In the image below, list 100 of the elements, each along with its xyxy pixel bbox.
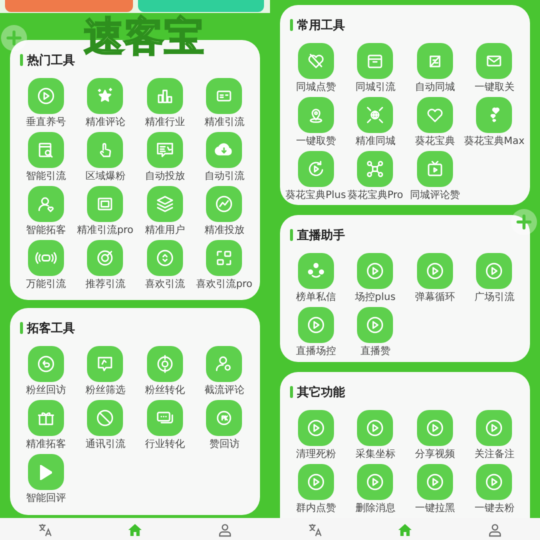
app-tile[interactable]: [206, 400, 242, 436]
home-icon[interactable]: [127, 522, 143, 538]
app-tile[interactable]: [357, 43, 394, 79]
app-tile[interactable]: [87, 132, 124, 168]
plus-button[interactable]: [510, 208, 538, 236]
app-tile[interactable]: [476, 464, 512, 500]
tool-label[interactable]: 分享视频: [414, 449, 455, 461]
app-tile[interactable]: [416, 43, 453, 79]
app-tile[interactable]: [357, 307, 394, 343]
tool-label[interactable]: 广场引流: [474, 292, 514, 304]
tool-label[interactable]: 直播场控: [296, 346, 336, 358]
app-tile[interactable]: [206, 240, 242, 276]
app-tile[interactable]: [87, 240, 124, 276]
app-tile[interactable]: [28, 186, 64, 222]
tool-label[interactable]: 精准同城: [355, 136, 396, 148]
app-tile[interactable]: [206, 186, 242, 222]
tool-label[interactable]: 一键拉黑: [414, 503, 455, 515]
tool-label[interactable]: 精准行业: [144, 117, 185, 129]
tool-label[interactable]: 葵花宝典: [414, 136, 455, 148]
tool-label[interactable]: 榜单私信: [296, 292, 336, 304]
app-tile[interactable]: [298, 307, 334, 343]
tool-label[interactable]: 自动同城: [414, 82, 455, 94]
tool-label[interactable]: 万能引流: [26, 279, 66, 291]
tool-label[interactable]: 清理死粉: [296, 449, 336, 461]
tool-label[interactable]: 喜欢引流: [144, 279, 185, 291]
app-tile[interactable]: [28, 240, 64, 276]
tool-label[interactable]: 精准用户: [144, 225, 185, 237]
app-tile[interactable]: [206, 132, 242, 168]
banner-tab[interactable]: [138, 0, 264, 12]
app-tile[interactable]: [357, 253, 394, 289]
app-tile[interactable]: [28, 454, 64, 490]
app-tile[interactable]: [87, 78, 124, 114]
app-tile[interactable]: [87, 346, 124, 382]
translate-icon[interactable]: [307, 522, 323, 538]
user-icon[interactable]: [487, 522, 503, 538]
tool-label[interactable]: 群内点赞: [296, 503, 336, 515]
tool-label[interactable]: 精准投放: [204, 225, 244, 237]
app-tile[interactable]: [298, 97, 334, 133]
app-tile[interactable]: [416, 464, 453, 500]
app-tile[interactable]: [357, 410, 394, 446]
tool-label[interactable]: 自动投放: [144, 171, 185, 183]
app-tile[interactable]: [146, 400, 183, 436]
tool-label[interactable]: 粉丝回访: [26, 385, 66, 397]
app-tile[interactable]: [206, 346, 242, 382]
app-tile[interactable]: [28, 132, 64, 168]
tool-label[interactable]: 同城引流: [355, 82, 396, 94]
tool-label[interactable]: 关注备注: [474, 449, 514, 461]
plus-button[interactable]: [0, 24, 28, 52]
app-tile[interactable]: [28, 78, 64, 114]
app-tile[interactable]: [416, 97, 453, 133]
app-tile[interactable]: [298, 151, 334, 187]
app-tile[interactable]: [298, 43, 334, 79]
app-tile[interactable]: [476, 43, 512, 79]
app-tile[interactable]: [146, 78, 183, 114]
tool-label[interactable]: 推荐引流: [85, 279, 126, 291]
app-tile[interactable]: [416, 151, 453, 187]
app-tile[interactable]: [298, 410, 334, 446]
tool-label[interactable]: 赞回访: [209, 439, 240, 451]
tool-label[interactable]: 粉丝转化: [144, 385, 185, 397]
tool-label[interactable]: 删除消息: [355, 503, 396, 515]
tool-label[interactable]: 一键取赞: [296, 136, 336, 148]
tool-label[interactable]: 自动引流: [204, 171, 244, 183]
tool-label[interactable]: 一键去粉: [474, 503, 514, 515]
app-tile[interactable]: [146, 132, 183, 168]
tool-label[interactable]: 一键取关: [474, 82, 514, 94]
app-tile[interactable]: [146, 346, 183, 382]
tool-label[interactable]: 精准评论: [85, 117, 126, 129]
app-tile[interactable]: [416, 410, 453, 446]
tool-label[interactable]: 采集坐标: [355, 449, 396, 461]
tool-label[interactable]: 葵花宝典Pro: [347, 190, 404, 202]
app-tile[interactable]: [476, 97, 512, 133]
user-icon[interactable]: [217, 522, 233, 538]
tool-label[interactable]: 粉丝筛选: [85, 385, 126, 397]
tool-label[interactable]: 喜欢引流pro: [196, 279, 252, 291]
tool-label[interactable]: 通讯引流: [85, 439, 126, 451]
tool-label[interactable]: 精准引流pro: [77, 225, 134, 237]
tool-label[interactable]: 葵花宝典Plus: [286, 190, 346, 202]
app-tile[interactable]: [298, 464, 334, 500]
tool-label[interactable]: 垂直养号: [26, 117, 66, 129]
tool-label[interactable]: 直播赞: [360, 346, 390, 358]
tool-label[interactable]: 行业转化: [144, 439, 185, 451]
tool-label[interactable]: 截流评论: [204, 385, 244, 397]
tool-label[interactable]: 区域爆粉: [85, 171, 126, 183]
app-tile[interactable]: [28, 346, 64, 382]
tool-label[interactable]: 智能拓客: [26, 225, 66, 237]
app-tile[interactable]: [146, 240, 183, 276]
app-tile[interactable]: [28, 400, 64, 436]
translate-icon[interactable]: [37, 522, 53, 538]
banner-tab[interactable]: [5, 0, 133, 12]
tool-label[interactable]: 同城点赞: [296, 82, 336, 94]
tool-label[interactable]: 同城评论赞: [410, 190, 460, 202]
tool-label[interactable]: 场控plus: [354, 292, 396, 304]
home-icon[interactable]: [397, 522, 413, 538]
tool-label[interactable]: 精准拓客: [26, 439, 66, 451]
app-tile[interactable]: [476, 410, 512, 446]
tool-label[interactable]: 精准引流: [204, 117, 244, 129]
app-tile[interactable]: [298, 253, 334, 289]
app-tile[interactable]: [87, 400, 124, 436]
app-tile[interactable]: [87, 186, 124, 222]
app-tile[interactable]: [476, 253, 512, 289]
